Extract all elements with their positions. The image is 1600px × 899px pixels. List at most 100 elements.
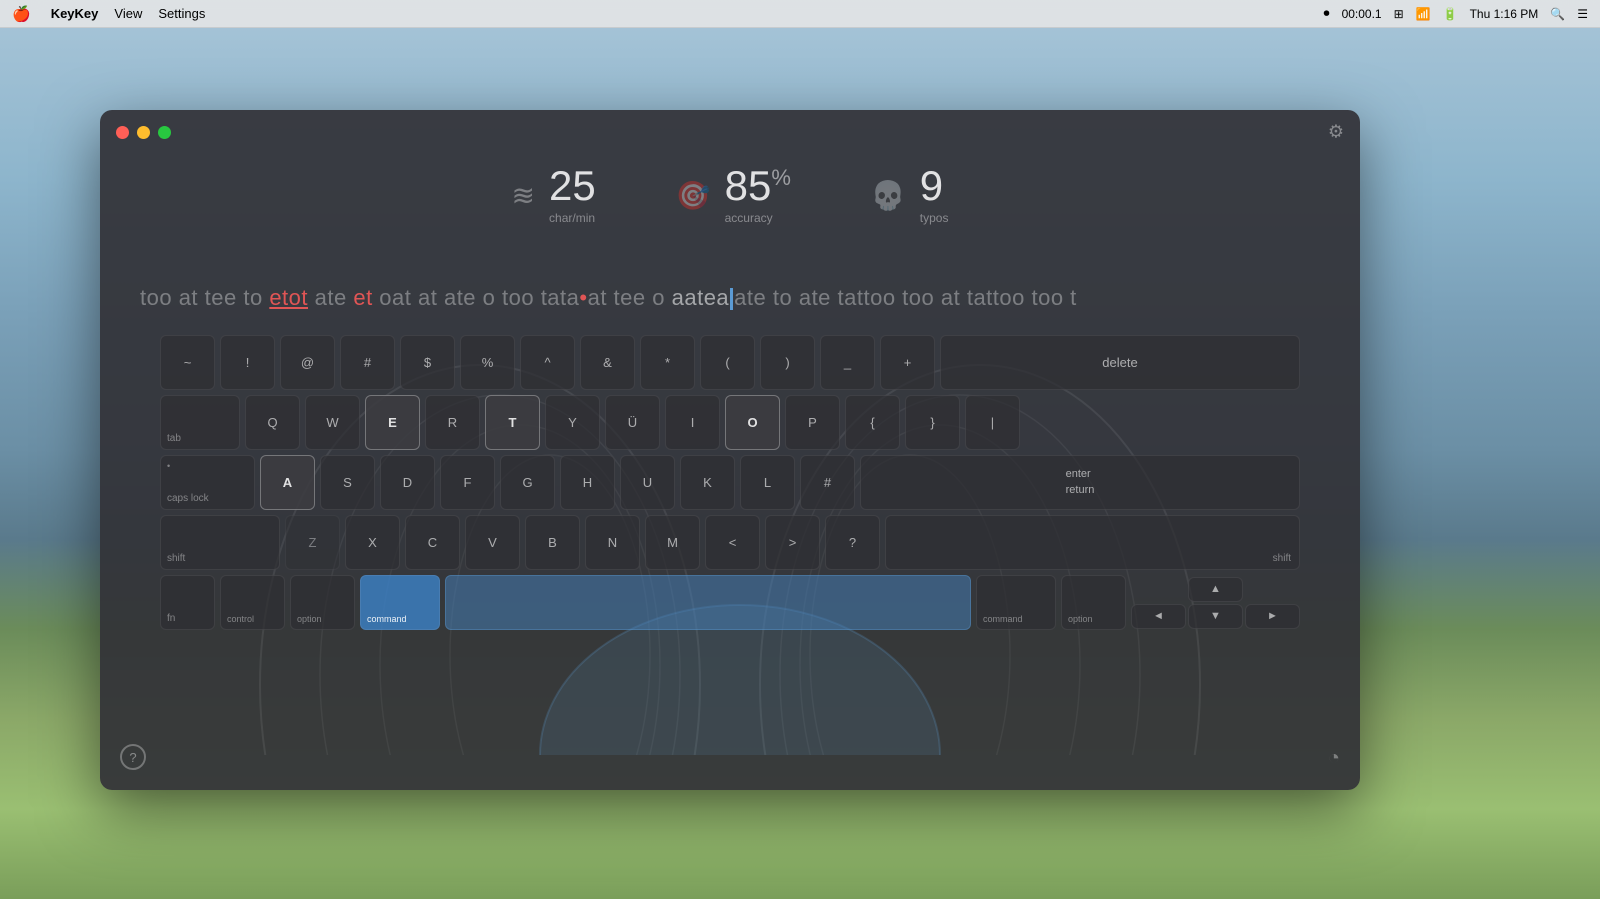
maximize-button[interactable]: [158, 126, 171, 139]
key-v[interactable]: V: [465, 515, 520, 570]
key-z[interactable]: Z: [285, 515, 340, 570]
key-x[interactable]: X: [345, 515, 400, 570]
view-menu[interactable]: View: [114, 6, 142, 21]
key-l[interactable]: L: [740, 455, 795, 510]
keyboard: ~ ! @ # $ % ^ & * ( ) _ + delete tab Q: [160, 335, 1300, 770]
title-bar: ⚙: [100, 110, 1360, 154]
key-e[interactable]: E: [365, 395, 420, 450]
key-arrow-down[interactable]: ▼: [1188, 604, 1243, 629]
text-typed: aatea: [672, 285, 730, 310]
key-comma[interactable]: <: [705, 515, 760, 570]
stat-speed-values: 25 char/min: [549, 165, 596, 225]
key-4[interactable]: $: [400, 335, 455, 390]
key-w[interactable]: W: [305, 395, 360, 450]
text-remaining: ate to ate tattoo too at tattoo too t: [734, 285, 1077, 310]
key-5[interactable]: %: [460, 335, 515, 390]
key-tilde[interactable]: ~: [160, 335, 215, 390]
key-enter[interactable]: enterreturn: [860, 455, 1300, 510]
key-row-5: fn control option command command option: [160, 575, 1300, 630]
key-a[interactable]: A: [260, 455, 315, 510]
key-arrow-right[interactable]: ►: [1245, 604, 1300, 629]
speed-label: char/min: [549, 211, 596, 225]
key-o[interactable]: O: [725, 395, 780, 450]
help-button[interactable]: ?: [120, 744, 146, 770]
key-u[interactable]: Ü: [605, 395, 660, 450]
key-row-1: ~ ! @ # $ % ^ & * ( ) _ + delete: [160, 335, 1300, 390]
stat-accuracy-values: 85% accuracy: [725, 165, 791, 225]
key-b[interactable]: B: [525, 515, 580, 570]
key-space[interactable]: [445, 575, 971, 630]
typos-number: 9: [920, 165, 949, 207]
key-h[interactable]: H: [560, 455, 615, 510]
key-p[interactable]: P: [785, 395, 840, 450]
key-c[interactable]: C: [405, 515, 460, 570]
key-row-3: • caps lock A S D F G H U K L # enterret…: [160, 455, 1300, 510]
key-control[interactable]: control: [220, 575, 285, 630]
close-button[interactable]: [116, 126, 129, 139]
clock-button[interactable]: ◔: [1328, 747, 1340, 770]
key-0[interactable]: ): [760, 335, 815, 390]
key-7[interactable]: &: [580, 335, 635, 390]
key-8[interactable]: *: [640, 335, 695, 390]
accuracy-icon: 🎯: [676, 179, 711, 212]
key-i[interactable]: I: [665, 395, 720, 450]
minimize-button[interactable]: [137, 126, 150, 139]
key-command-right[interactable]: command: [976, 575, 1056, 630]
key-pipe[interactable]: |: [965, 395, 1020, 450]
key-rbrace[interactable]: }: [905, 395, 960, 450]
app-name-menu[interactable]: KeyKey: [51, 6, 99, 21]
key-command-left[interactable]: command: [360, 575, 440, 630]
key-semicolon[interactable]: #: [800, 455, 855, 510]
key-6[interactable]: ^: [520, 335, 575, 390]
text-mid3: at tee o: [588, 285, 672, 310]
clock-display: Thu 1:16 PM: [1470, 7, 1539, 21]
timer-display: 00:00.1: [1342, 7, 1382, 21]
key-f[interactable]: F: [440, 455, 495, 510]
key-row-4: shift Z X C V B N M < > ? shift: [160, 515, 1300, 570]
key-arrow-up[interactable]: ▲: [1188, 577, 1243, 602]
battery-icon: 🔋: [1443, 7, 1458, 21]
key-3[interactable]: #: [340, 335, 395, 390]
accuracy-label: accuracy: [725, 211, 791, 225]
wifi-icon: 📶: [1416, 7, 1431, 21]
key-fn[interactable]: fn: [160, 575, 215, 630]
key-capslock[interactable]: • caps lock: [160, 455, 255, 510]
key-1[interactable]: !: [220, 335, 275, 390]
key-n[interactable]: N: [585, 515, 640, 570]
arrow-cluster: ▲ ◄ ▼ ►: [1131, 577, 1300, 629]
key-q[interactable]: Q: [245, 395, 300, 450]
key-minus[interactable]: _: [820, 335, 875, 390]
key-delete[interactable]: delete: [940, 335, 1300, 390]
search-icon[interactable]: 🔍: [1550, 7, 1565, 21]
settings-button[interactable]: ⚙: [1328, 122, 1344, 143]
typos-icon: 💀: [871, 179, 906, 212]
grid-icon: ⊞: [1394, 7, 1404, 21]
key-y[interactable]: Y: [545, 395, 600, 450]
key-9[interactable]: (: [700, 335, 755, 390]
arrow-lr-row: ◄ ▼ ►: [1131, 604, 1300, 629]
key-plus[interactable]: +: [880, 335, 935, 390]
key-arrow-left[interactable]: ◄: [1131, 604, 1186, 629]
text-cursor: [730, 288, 733, 310]
settings-menu[interactable]: Settings: [158, 6, 205, 21]
key-2[interactable]: @: [280, 335, 335, 390]
key-s[interactable]: S: [320, 455, 375, 510]
key-slash[interactable]: ?: [825, 515, 880, 570]
key-d[interactable]: D: [380, 455, 435, 510]
key-t[interactable]: T: [485, 395, 540, 450]
key-shift-left[interactable]: shift: [160, 515, 280, 570]
key-g[interactable]: G: [500, 455, 555, 510]
key-shift-right[interactable]: shift: [885, 515, 1300, 570]
key-m[interactable]: M: [645, 515, 700, 570]
key-j[interactable]: U: [620, 455, 675, 510]
key-r[interactable]: R: [425, 395, 480, 450]
key-option-right[interactable]: option: [1061, 575, 1126, 630]
key-option-left[interactable]: option: [290, 575, 355, 630]
key-tab[interactable]: tab: [160, 395, 240, 450]
accuracy-number: 85%: [725, 165, 791, 207]
apple-menu[interactable]: 🍎: [12, 5, 31, 23]
menu-icon[interactable]: ☰: [1577, 7, 1588, 21]
key-period[interactable]: >: [765, 515, 820, 570]
key-lbrace[interactable]: {: [845, 395, 900, 450]
key-k[interactable]: K: [680, 455, 735, 510]
